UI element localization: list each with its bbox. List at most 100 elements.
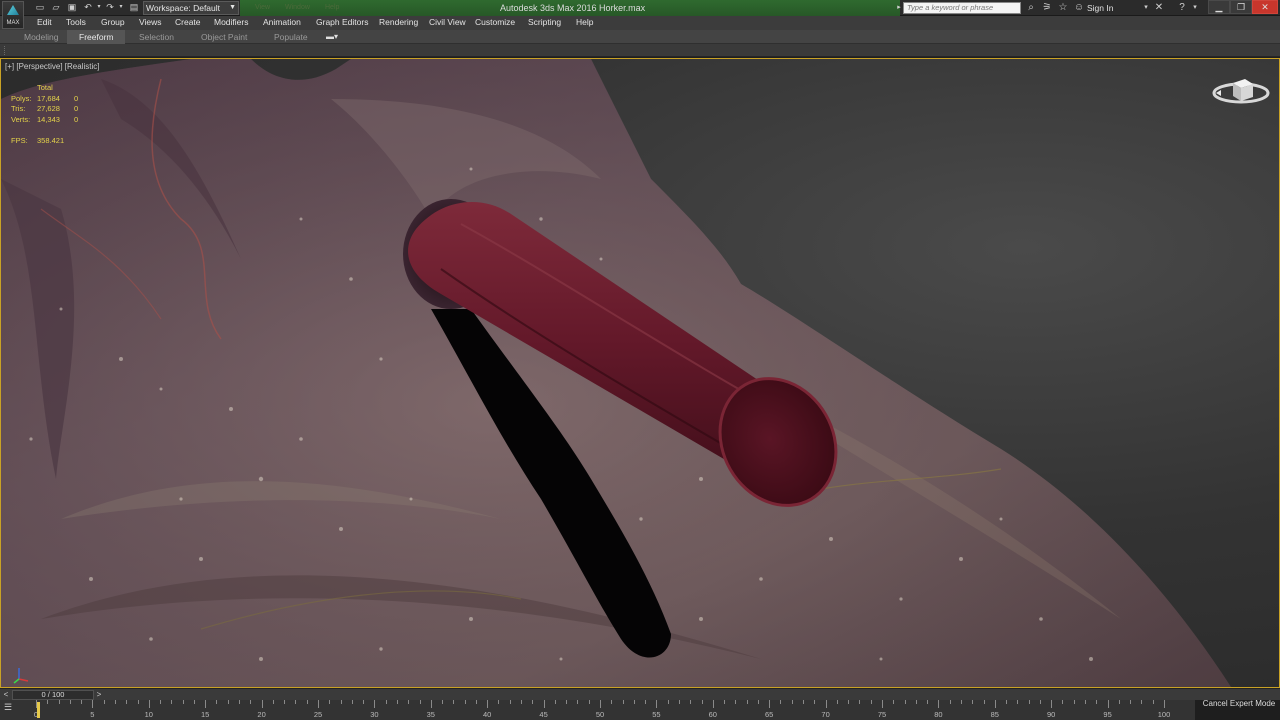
time-slider[interactable]: 0 / 100 xyxy=(12,690,94,700)
workspace-dropdown[interactable]: Workspace: Default ▼ xyxy=(143,1,239,15)
chevron-down-icon: ▼ xyxy=(229,4,236,11)
ruler-tick xyxy=(1130,700,1132,704)
ruler-tick xyxy=(1073,700,1075,704)
ruler-tick xyxy=(712,700,714,708)
communication-center-icon[interactable]: ⚞ xyxy=(1041,2,1053,14)
ruler-tick xyxy=(58,700,60,704)
ruler-tick xyxy=(396,700,398,704)
ribbon-display-toggle-icon[interactable]: ▬▾ xyxy=(326,32,342,42)
ruler-tick xyxy=(216,700,218,704)
menu-scripting[interactable]: Scripting xyxy=(528,17,561,27)
ribbon-collapsed-strip xyxy=(0,44,1280,57)
menu-modifiers[interactable]: Modifiers xyxy=(214,17,248,27)
ruler-tick xyxy=(227,700,229,704)
viewport-label-menu[interactable]: [+] [Perspective] [Realistic] xyxy=(5,62,99,71)
ruler-label: 70 xyxy=(821,710,830,719)
exchange-apps-icon[interactable]: ✕ xyxy=(1153,2,1165,14)
open-file-icon[interactable]: ▱ xyxy=(50,2,62,13)
ruler-tick xyxy=(295,700,297,704)
time-cursor[interactable] xyxy=(37,702,40,718)
ruler-tick xyxy=(1051,700,1053,708)
ruler-tick xyxy=(114,700,116,704)
ruler-label: 80 xyxy=(934,710,943,719)
user-icon[interactable]: ☺ xyxy=(1073,2,1085,14)
cancel-expert-mode-button[interactable]: Cancel Expert Mode xyxy=(1200,692,1278,716)
menu-rendering[interactable]: Rendering xyxy=(379,17,418,27)
close-button[interactable]: ✕ xyxy=(1252,0,1278,14)
chevron-left-icon[interactable]: < xyxy=(1,690,11,700)
ruler-label: 75 xyxy=(877,710,887,719)
ruler-tick xyxy=(724,700,726,704)
tab-modeling[interactable]: Modeling xyxy=(24,30,59,44)
ruler-tick xyxy=(994,700,996,708)
main-menu-bar: Edit Tools Group Views Create Modifiers … xyxy=(0,16,1280,30)
help-icon[interactable]: ? xyxy=(1176,2,1188,14)
ruler-tick xyxy=(622,700,624,704)
ruler-tick xyxy=(543,700,545,708)
ruler-label: 50 xyxy=(595,710,605,719)
menu-edit[interactable]: Edit xyxy=(37,17,52,27)
ruler-tick xyxy=(103,700,105,704)
ruler-tick xyxy=(656,700,658,708)
ruler-tick xyxy=(205,700,207,708)
menu-help[interactable]: Help xyxy=(576,17,593,27)
axis-tripod-icon xyxy=(13,668,29,684)
viewcube-icon[interactable] xyxy=(1211,73,1271,113)
search-input[interactable]: Type a keyword or phrase xyxy=(903,2,1021,14)
ruler-tick xyxy=(284,700,286,704)
tab-selection[interactable]: Selection xyxy=(139,30,174,44)
sign-in-dropdown-icon[interactable]: ▾ xyxy=(1140,2,1152,14)
chevron-right-icon[interactable]: > xyxy=(94,690,104,700)
ruler-tick xyxy=(1141,700,1143,704)
ruler-tick xyxy=(600,700,601,708)
ruler-tick xyxy=(566,700,568,704)
ruler-tick xyxy=(893,700,895,704)
menu-group[interactable]: Group xyxy=(101,17,125,27)
ruler-tick xyxy=(859,700,861,704)
project-folder-icon[interactable]: ▤ xyxy=(128,2,140,13)
mini-curve-editor-icon[interactable]: ☰ xyxy=(4,702,22,716)
sign-in-button[interactable]: Sign In xyxy=(1087,3,1113,13)
tab-populate[interactable]: Populate xyxy=(274,30,308,44)
new-file-icon[interactable]: ▭ xyxy=(34,2,46,13)
track-bar[interactable]: ☰ 0 5 10 15 20 25 30 35 40 45 50 55 60 65 70 75 80 85 90 95… xyxy=(0,700,1195,720)
ribbon-grip-icon[interactable] xyxy=(4,46,6,55)
maximize-button[interactable]: ❐ xyxy=(1230,0,1252,14)
ruler-tick xyxy=(577,700,579,704)
app-menu-button[interactable]: MAX xyxy=(2,1,24,29)
save-file-icon[interactable]: ▣ xyxy=(66,2,78,13)
menu-views[interactable]: Views xyxy=(139,17,162,27)
redo-dropdown-icon[interactable]: ▾ xyxy=(115,2,127,13)
ruler-label: 10 xyxy=(144,710,153,719)
menu-animation[interactable]: Animation xyxy=(263,17,301,27)
ruler-tick xyxy=(1107,700,1109,708)
ruler-label: 90 xyxy=(1047,710,1056,719)
ruler-tick xyxy=(532,700,534,704)
help-dropdown-icon[interactable]: ▾ xyxy=(1189,2,1201,14)
ruler-tick xyxy=(1085,700,1087,704)
ruler-label: 100 xyxy=(1157,710,1171,719)
tab-freeform[interactable]: Freeform xyxy=(67,30,126,44)
track-bar-ruler[interactable]: 0 5 10 15 20 25 30 35 40 45 50 55 60 65 70 75 80 85 90 95 10… xyxy=(34,700,1170,720)
ruler-tick xyxy=(554,700,556,704)
menu-civil-view[interactable]: Civil View xyxy=(429,17,466,27)
minimize-button[interactable]: ▁ xyxy=(1208,0,1230,14)
fps-key: FPS: xyxy=(11,136,28,146)
ghost-menu-view: View xyxy=(255,4,271,11)
ruler-tick xyxy=(306,700,308,704)
menu-graph-editors[interactable]: Graph Editors xyxy=(316,17,368,27)
ruler-tick xyxy=(487,700,489,708)
menu-create[interactable]: Create xyxy=(175,17,201,27)
max-logo-icon xyxy=(7,5,19,15)
ruler-tick xyxy=(825,700,827,708)
perspective-viewport[interactable]: [+] [Perspective] [Realistic] Total Poly… xyxy=(0,58,1280,688)
menu-tools[interactable]: Tools xyxy=(66,17,86,27)
stats-key: Polys: xyxy=(11,93,32,103)
menu-customize[interactable]: Customize xyxy=(475,17,515,27)
tab-object-paint[interactable]: Object Paint xyxy=(201,30,247,44)
favorites-star-icon[interactable]: ☆ xyxy=(1057,2,1069,14)
stats-value: 17,684 xyxy=(37,93,60,103)
binoculars-icon[interactable]: ⌕ xyxy=(1025,2,1037,14)
ruler-label: 45 xyxy=(539,710,548,719)
ruler-tick xyxy=(419,700,421,704)
